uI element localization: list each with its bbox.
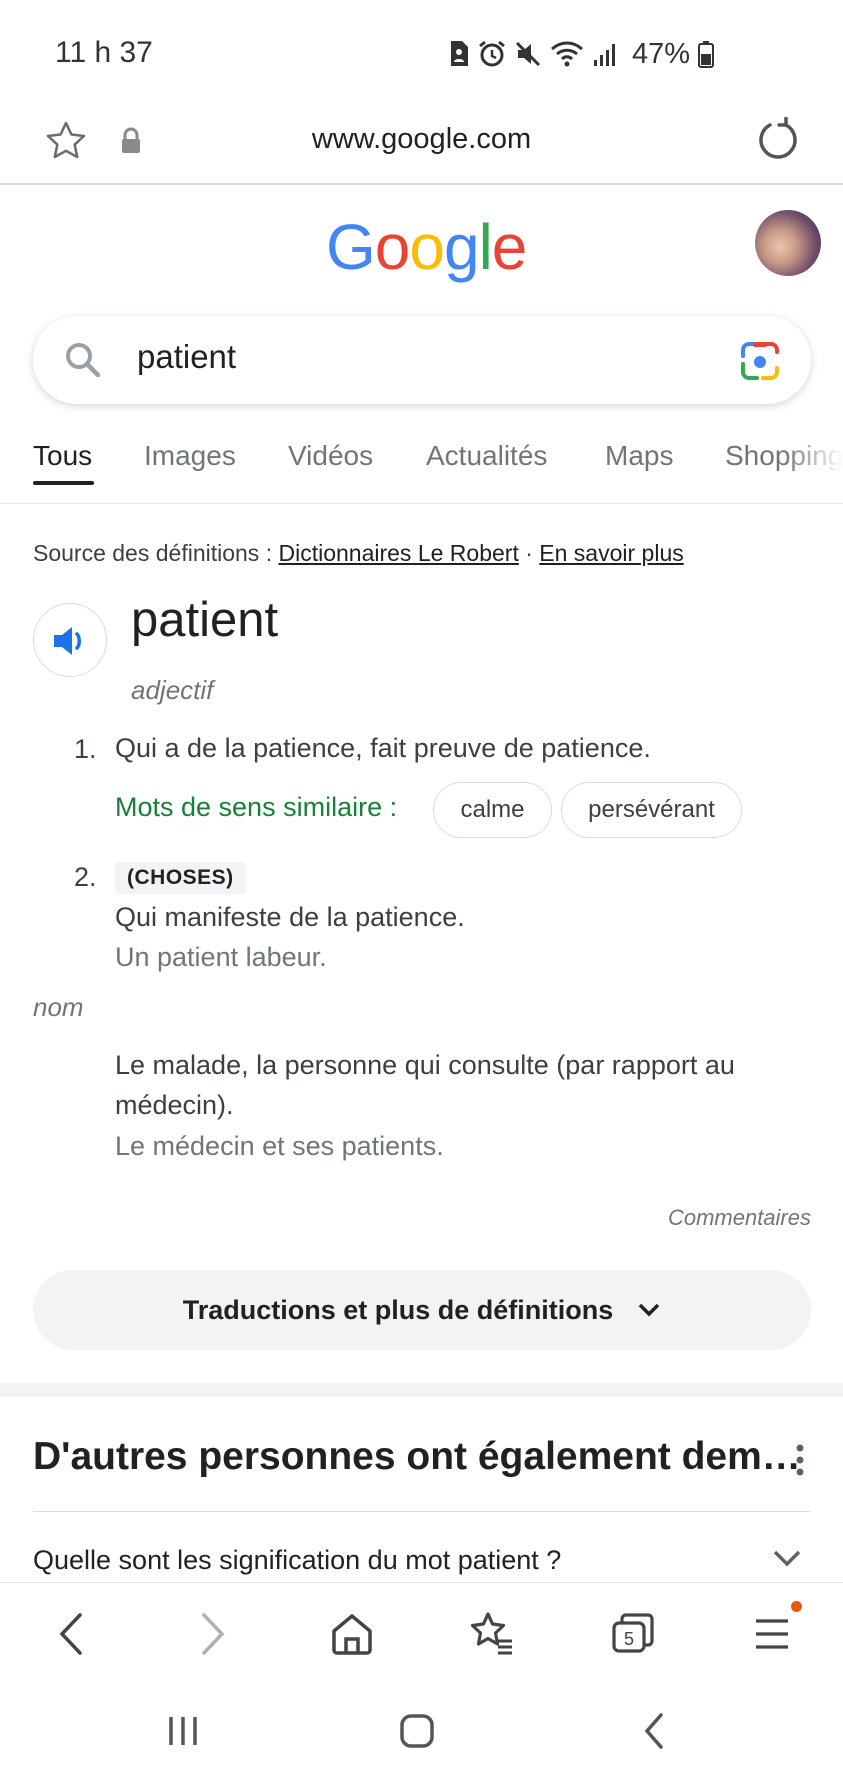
logo-letter: l xyxy=(478,211,493,283)
status-icons: 47% xyxy=(448,36,715,72)
system-navigation-bar xyxy=(0,1687,843,1780)
tab-videos[interactable]: Vidéos xyxy=(288,440,373,472)
people-also-ask-title: D'autres personnes ont également dem… xyxy=(33,1435,801,1478)
notification-dot xyxy=(791,1601,802,1612)
source-link[interactable]: Dictionnaires Le Robert xyxy=(278,540,518,566)
usage-tag: (CHOSES) xyxy=(115,862,246,894)
pronounce-button[interactable] xyxy=(33,603,107,677)
section-separator xyxy=(0,1383,843,1397)
tab-maps[interactable]: Maps xyxy=(605,440,673,472)
more-definitions-button[interactable]: Traductions et plus de définitions xyxy=(33,1270,811,1350)
similar-word-chip[interactable]: persévérant xyxy=(561,782,742,838)
browser-toolbar: 5 xyxy=(0,1582,843,1687)
wifi-icon xyxy=(551,41,583,67)
status-bar: 11 h 37 47% xyxy=(0,0,843,105)
part-of-speech-noun: nom xyxy=(33,992,84,1022)
alarm-icon xyxy=(479,40,505,67)
account-avatar[interactable] xyxy=(755,210,821,276)
google-logo[interactable]: Google xyxy=(326,210,528,284)
battery-icon xyxy=(698,41,715,68)
status-time: 11 h 37 xyxy=(55,36,153,69)
active-tab-indicator xyxy=(33,481,94,485)
logo-letter: o xyxy=(374,211,411,283)
logo-letter: e xyxy=(491,211,528,283)
sense-number: 2. xyxy=(74,862,97,892)
source-separator: · xyxy=(525,540,533,566)
home-icon[interactable] xyxy=(330,1609,374,1659)
chevron-down-icon xyxy=(639,1303,660,1317)
sense-number: 1. xyxy=(74,734,97,764)
signal-icon xyxy=(594,44,615,66)
noun-sense-text-line2: médecin). xyxy=(115,1090,234,1120)
reload-icon[interactable] xyxy=(756,117,800,161)
similar-word-chip[interactable]: calme xyxy=(433,782,552,838)
search-tabs: Tous Images Vidéos Actualités Maps Shopp… xyxy=(0,432,843,504)
search-box[interactable]: patient xyxy=(33,316,811,404)
forward-icon[interactable] xyxy=(192,1609,232,1659)
noun-example: Le médecin et ses patients. xyxy=(115,1131,444,1161)
google-lens-icon[interactable] xyxy=(739,340,781,382)
divider xyxy=(33,1511,811,1512)
tab-tous[interactable]: Tous xyxy=(33,440,92,472)
noun-sense-text-line1: Le malade, la personne qui consulte (par… xyxy=(115,1050,735,1080)
svg-text:5: 5 xyxy=(624,1629,634,1649)
part-of-speech-adjective: adjectif xyxy=(131,675,214,705)
learn-more-link[interactable]: En savoir plus xyxy=(539,540,683,566)
sense-text: Qui a de la patience, fait preuve de pat… xyxy=(115,733,651,763)
url-text[interactable]: www.google.com xyxy=(0,123,843,156)
logo-letter: G xyxy=(326,211,376,283)
mute-icon xyxy=(515,41,541,67)
sim-icon xyxy=(451,41,468,66)
system-back-icon[interactable] xyxy=(635,1709,675,1753)
tab-images[interactable]: Images xyxy=(144,440,236,472)
menu-icon[interactable] xyxy=(752,1609,792,1659)
bookmarks-icon[interactable] xyxy=(468,1609,516,1659)
home-button-icon[interactable] xyxy=(397,1709,437,1753)
browser-url-bar: www.google.com xyxy=(0,105,843,185)
tabs-fade xyxy=(783,432,843,502)
definition-source: Source des définitions : Dictionnaires L… xyxy=(33,540,684,567)
chevron-down-icon[interactable] xyxy=(772,1548,802,1568)
logo-letter: o xyxy=(409,211,445,283)
similar-words-label: Mots de sens similaire : xyxy=(115,792,398,822)
search-input[interactable]: patient xyxy=(137,338,657,376)
tab-actualites[interactable]: Actualités xyxy=(426,440,547,472)
more-definitions-label: Traductions et plus de définitions xyxy=(182,1294,614,1325)
sense-text: Qui manifeste de la patience. xyxy=(115,902,465,932)
question-item[interactable]: Quelle sont les signification du mot pat… xyxy=(33,1545,561,1576)
logo-letter: g xyxy=(443,211,480,283)
battery-percent: 47% xyxy=(632,37,691,70)
tabs-icon[interactable]: 5 xyxy=(610,1609,656,1659)
back-icon[interactable] xyxy=(52,1609,92,1659)
speaker-icon xyxy=(54,627,81,655)
source-prefix: Source des définitions : xyxy=(33,540,273,566)
headword: patient xyxy=(131,593,279,647)
recent-apps-icon[interactable] xyxy=(163,1709,203,1753)
sense-example: Un patient labeur. xyxy=(115,942,327,972)
feedback-link[interactable]: Commentaires xyxy=(668,1205,811,1231)
search-icon[interactable] xyxy=(63,340,103,380)
more-options-icon[interactable] xyxy=(790,1442,810,1478)
